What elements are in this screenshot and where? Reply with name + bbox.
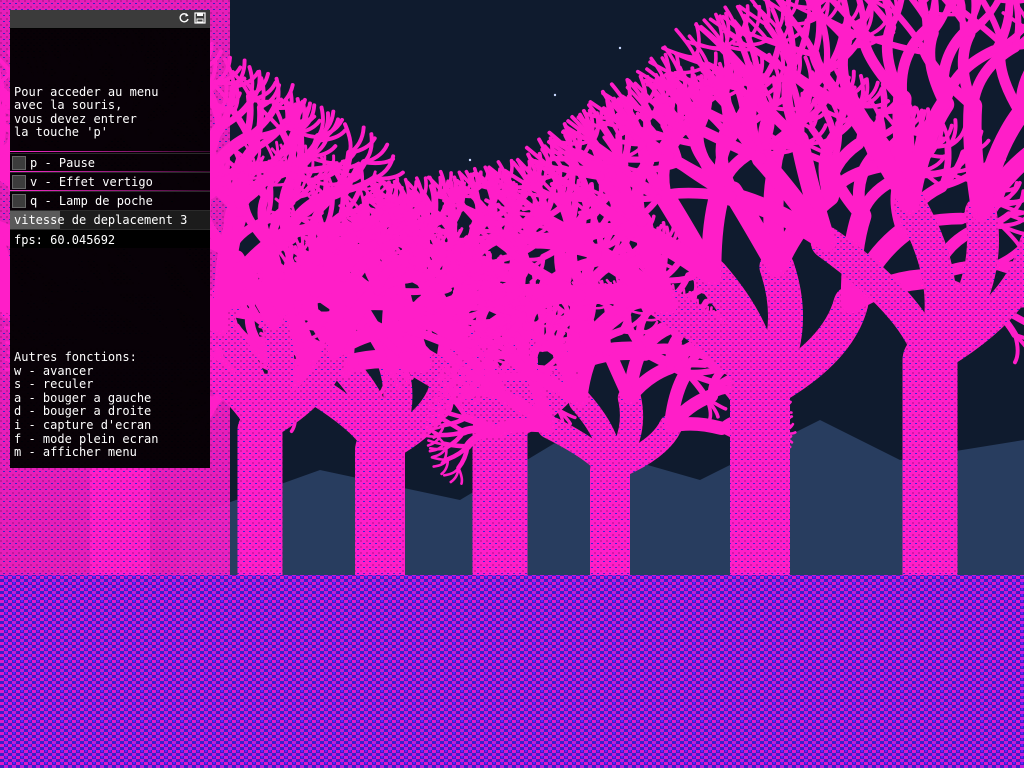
tree-branch	[441, 441, 470, 449]
tree-branch	[502, 216, 550, 226]
tree-branch	[606, 193, 662, 203]
tree-branch	[618, 152, 675, 163]
tree-branch	[398, 352, 432, 359]
star	[468, 158, 472, 162]
tree-branch	[426, 418, 445, 423]
tree-branch	[0, 107, 6, 156]
toggle-pause[interactable]: p - Pause	[10, 153, 210, 172]
toggle-vertigo[interactable]: v - Effet vertigo	[10, 172, 210, 191]
tree-branch	[327, 270, 352, 359]
star	[553, 93, 557, 97]
pause-checkbox[interactable]	[12, 156, 26, 170]
toggle-flashlight-label: q - Lamp de poche	[30, 194, 153, 208]
tree-branch	[569, 283, 678, 316]
toggle-flashlight[interactable]: q - Lamp de poche	[10, 191, 210, 210]
accent-line	[10, 151, 210, 152]
menu-titlebar[interactable]	[10, 10, 210, 29]
speed-slider-label: vitesse de deplacement 3	[14, 213, 188, 227]
menu-panel: Pour acceder au menu avec la souris, vou…	[10, 28, 210, 468]
other-functions-list: Autres fonctions: w - avancer s - recule…	[14, 350, 159, 460]
tree-branch	[653, 187, 737, 203]
save-icon[interactable]	[194, 12, 206, 24]
vertigo-checkbox[interactable]	[12, 175, 26, 189]
tree-branch	[438, 377, 457, 382]
speed-slider[interactable]: vitesse de deplacement 3	[10, 210, 210, 229]
menu-instructions: Pour acceder au menu avec la souris, vou…	[14, 85, 159, 140]
fps-label: fps: 60.045692	[14, 233, 116, 247]
refresh-icon[interactable]	[178, 12, 190, 24]
tree-branch	[963, 96, 990, 222]
toggle-pause-label: p - Pause	[30, 156, 96, 170]
flashlight-checkbox[interactable]	[12, 194, 26, 208]
toggle-vertigo-label: v - Effet vertigo	[30, 175, 153, 189]
tree-branch	[491, 418, 556, 437]
star	[618, 46, 622, 50]
fps-readout: fps: 60.045692	[10, 229, 210, 248]
ground	[0, 575, 1024, 768]
